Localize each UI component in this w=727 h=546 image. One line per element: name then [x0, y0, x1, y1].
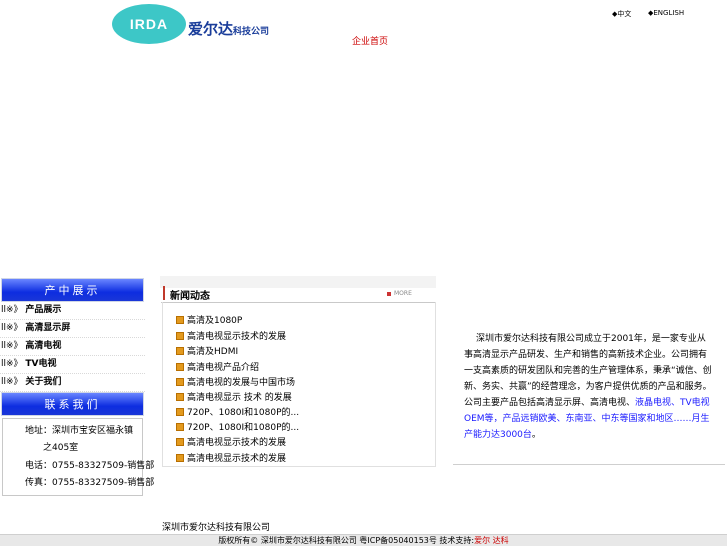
- sidebar-item-about[interactable]: ll※》 关于我们: [0, 374, 145, 392]
- logo-company-name: 爱尔达科技公司: [188, 18, 269, 39]
- contact-address-cont: 之405室: [43, 443, 79, 453]
- news-item[interactable]: 高清电视显示 技术 的发展: [176, 390, 292, 403]
- news-list: 高清及1080P 高清电视显示技术的发展 高清及HDMI 高清电视产品介绍 高清…: [162, 302, 436, 467]
- logo-oval: IRDA: [112, 4, 186, 44]
- logo-name-big: 爱尔达: [188, 20, 234, 38]
- news-item-label: 720P、1080I和1080P的...: [187, 408, 300, 418]
- sidebar-item-products[interactable]: ll※》 产品展示: [0, 302, 145, 320]
- footer-support-link[interactable]: 爱尔 达科: [474, 536, 509, 545]
- arrow-bullet-icon: [176, 407, 184, 416]
- news-item[interactable]: 720P、1080I和1080P的...: [176, 405, 299, 418]
- contact-address: 地址：深圳市宝安区福永镇: [25, 426, 134, 436]
- lang-chinese-link[interactable]: ◆中文: [612, 9, 631, 19]
- sidebar-item-prefix: ll※》: [1, 341, 23, 351]
- contact-phone: 电话：0755-83327509-销售部: [25, 461, 155, 471]
- sidebar-item-hd-display[interactable]: ll※》 高清显示屏: [0, 320, 145, 338]
- arrow-bullet-icon: [176, 453, 184, 462]
- news-item[interactable]: 高清及1080P: [176, 313, 242, 326]
- more-square-icon: [387, 291, 391, 296]
- arrow-bullet-icon: [176, 315, 184, 324]
- footer-note: 深圳市爱尔达科技有限公司: [162, 523, 271, 533]
- news-item-label: 高清及HDMI: [187, 347, 239, 357]
- about-text: 深圳市爱尔达科技有限公司成立于2001年，是一家专业从事高清显示产品研发、生产和…: [464, 331, 714, 443]
- header-red-link[interactable]: 企业首页: [352, 34, 388, 47]
- arrow-bullet-icon: [176, 362, 184, 371]
- news-title-marker: [163, 286, 165, 300]
- news-item-label: 720P、1080I和1080P的...: [187, 423, 300, 433]
- footer-bar: 版权所有© 深圳市爱尔达科技有限公司 粤ICP备05040153号 技术支持:爱…: [0, 534, 727, 546]
- products-header: 产中展示: [1, 278, 144, 302]
- arrow-bullet-icon: [176, 422, 184, 431]
- sidebar-item-prefix: ll※》: [1, 323, 23, 333]
- news-title: 新闻动态: [170, 291, 210, 302]
- products-list: ll※》 产品展示 ll※》 高清显示屏 ll※》 高清电视 ll※》 TV电视…: [0, 302, 145, 392]
- news-item-label: 高清电视显示 技术 的发展: [187, 393, 292, 403]
- news-item[interactable]: 高清及HDMI: [176, 344, 238, 357]
- arrow-bullet-icon: [176, 437, 184, 446]
- news-item[interactable]: 高清电视显示技术的发展: [176, 451, 286, 464]
- sidebar-item-label: 产品展示: [25, 305, 62, 315]
- contact-box: 地址：深圳市宝安区福永镇 之405室 电话：0755-83327509-销售部 …: [2, 418, 154, 496]
- news-panel: 新闻动态 MORE 高清及1080P 高清电视显示技术的发展 高清及HDMI 高…: [160, 276, 436, 467]
- about-text-main: 深圳市爱尔达科技有限公司成立于2001年，是一家专业从事高清显示产品研发、生产和…: [464, 334, 712, 408]
- news-item[interactable]: 高清电视产品介绍: [176, 360, 259, 373]
- news-item[interactable]: 高清电视的发展与中国市场: [176, 375, 295, 388]
- about-panel: 深圳市爱尔达科技有限公司成立于2001年，是一家专业从事高清显示产品研发、生产和…: [452, 276, 727, 466]
- news-item-label: 高清电视产品介绍: [187, 363, 260, 373]
- news-item[interactable]: 720P、1080I和1080P的...: [176, 420, 299, 433]
- arrow-bullet-icon: [176, 377, 184, 386]
- sidebar-item-tv[interactable]: ll※》 TV电视: [0, 356, 145, 374]
- contact-header: 联系我们: [1, 392, 144, 416]
- lang-english-link[interactable]: ◆ENGLISH: [648, 9, 684, 17]
- about-text-end: 。: [531, 430, 541, 440]
- news-item[interactable]: 高清电视显示技术的发展: [176, 435, 286, 448]
- news-item[interactable]: 高清电视显示技术的发展: [176, 329, 286, 342]
- sidebar-item-label: 高清电视: [25, 341, 62, 351]
- arrow-bullet-icon: [176, 392, 184, 401]
- more-label: MORE: [394, 290, 412, 297]
- arrow-bullet-icon: [176, 331, 184, 340]
- news-title-row: 新闻动态 MORE: [161, 286, 435, 303]
- sidebar-item-label: TV电视: [25, 359, 57, 369]
- footer-copyright: 版权所有© 深圳市爱尔达科技有限公司 粤ICP备05040153号 技术支持:: [218, 536, 475, 545]
- sidebar-item-prefix: ll※》: [1, 305, 23, 315]
- news-item-label: 高清电视的发展与中国市场: [187, 378, 296, 388]
- company-logo[interactable]: IRDA 爱尔达科技公司: [112, 4, 302, 46]
- sidebar-item-prefix: ll※》: [1, 377, 23, 387]
- sidebar-item-label: 高清显示屏: [25, 323, 71, 333]
- news-item-label: 高清电视显示技术的发展: [187, 454, 287, 464]
- news-item-label: 高清电视显示技术的发展: [187, 332, 287, 342]
- logo-name-small: 科技公司: [233, 27, 270, 37]
- arrow-bullet-icon: [176, 346, 184, 355]
- sidebar-item-label: 关于我们: [25, 377, 62, 387]
- sidebar-item-prefix: ll※》: [1, 359, 23, 369]
- contact-fax: 传真：0755-83327509-销售部: [25, 478, 155, 488]
- news-item-label: 高清及1080P: [187, 316, 243, 326]
- sidebar: 产中展示 ll※》 产品展示 ll※》 高清显示屏 ll※》 高清电视 ll※》…: [0, 278, 154, 496]
- news-more-link[interactable]: MORE: [387, 290, 412, 297]
- news-item-label: 高清电视显示技术的发展: [187, 438, 287, 448]
- sidebar-item-hd-tv[interactable]: ll※》 高清电视: [0, 338, 145, 356]
